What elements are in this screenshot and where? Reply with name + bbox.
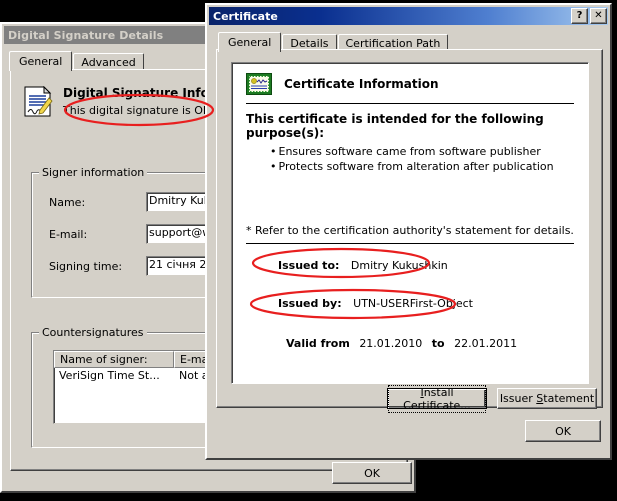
- certificate-ok-button[interactable]: OK: [525, 420, 601, 442]
- certificate-titlebar[interactable]: Certificate ? ✕: [209, 7, 608, 25]
- help-icon[interactable]: ?: [571, 8, 588, 24]
- install-certificate-label: Install Certificate...: [388, 384, 486, 413]
- column-name-of-signer[interactable]: Name of signer:: [54, 351, 174, 368]
- issuer-statement-button[interactable]: Issuer Statement: [497, 388, 597, 409]
- countersignatures-legend: Countersignatures: [39, 326, 147, 339]
- issued-by-value: UTN-USERFirst-Object: [353, 297, 473, 310]
- valid-to-label: to: [431, 337, 445, 350]
- certificate-tab-body: Certificate Information This certificate…: [216, 49, 603, 413]
- issuer-rest: tatement: [543, 392, 595, 405]
- certificate-purpose-list: Ensures software came from software publ…: [232, 140, 588, 174]
- install-rest: nstall Certificate...: [403, 385, 471, 412]
- list-item: Protects software from alteration after …: [270, 159, 588, 174]
- certificate-window[interactable]: Certificate ? ✕ General Details Certific…: [205, 3, 612, 460]
- issued-by-row: Issued by: UTN-USERFirst-Object: [232, 297, 588, 310]
- certificate-icon: [246, 73, 272, 95]
- issued-to-row: Issued to: Dmitry Kukushkin: [232, 259, 588, 272]
- certificate-header: Certificate Information: [232, 63, 588, 95]
- signing-time-label: Signing time:: [49, 260, 123, 273]
- cell-name-of-signer: VeriSign Time St...: [59, 369, 160, 382]
- signer-information-legend: Signer information: [39, 166, 148, 179]
- issued-to-value: Dmitry Kukushkin: [350, 259, 448, 272]
- titlebar-buttons: ? ✕: [571, 8, 608, 24]
- signature-status-text: This digital signature is OK.: [63, 104, 214, 117]
- signature-document-icon: [23, 85, 53, 118]
- valid-to-value: 22.01.2011: [454, 337, 518, 350]
- issued-to-label: Issued to:: [278, 259, 340, 272]
- email-label: E-mail:: [49, 228, 88, 241]
- validity-row: Valid from 21.01.2010 to 22.01.2011: [232, 337, 588, 350]
- signature-info-heading: Digital Signature Inform: [63, 86, 228, 100]
- tab-general[interactable]: General: [218, 32, 282, 52]
- certificate-refer-note: * Refer to the certification authority's…: [246, 224, 574, 237]
- close-icon[interactable]: ✕: [590, 8, 607, 24]
- certificate-info-panel: Certificate Information This certificate…: [231, 62, 589, 384]
- certificate-information-heading: Certificate Information: [284, 77, 439, 91]
- name-label: Name:: [49, 196, 86, 209]
- signature-ok-label: OK: [364, 466, 380, 480]
- issuer-prefix: Issuer: [499, 392, 537, 405]
- install-certificate-button[interactable]: Install Certificate...: [387, 384, 487, 413]
- list-item: Ensures software came from software publ…: [270, 144, 588, 159]
- issued-by-label: Issued by:: [278, 297, 342, 310]
- certificate-ok-label: OK: [555, 424, 571, 438]
- certificate-purpose-title: This certificate is intended for the fol…: [246, 112, 544, 140]
- signature-ok-button[interactable]: OK: [332, 462, 412, 484]
- valid-from-value: 21.01.2010: [359, 337, 423, 350]
- tab-general[interactable]: General: [9, 51, 73, 71]
- divider-bottom: [246, 243, 574, 244]
- issuer-statement-label: Issuer Statement: [500, 392, 594, 405]
- certificate-window-title: Certificate: [213, 9, 278, 23]
- valid-from-label: Valid from: [286, 337, 350, 350]
